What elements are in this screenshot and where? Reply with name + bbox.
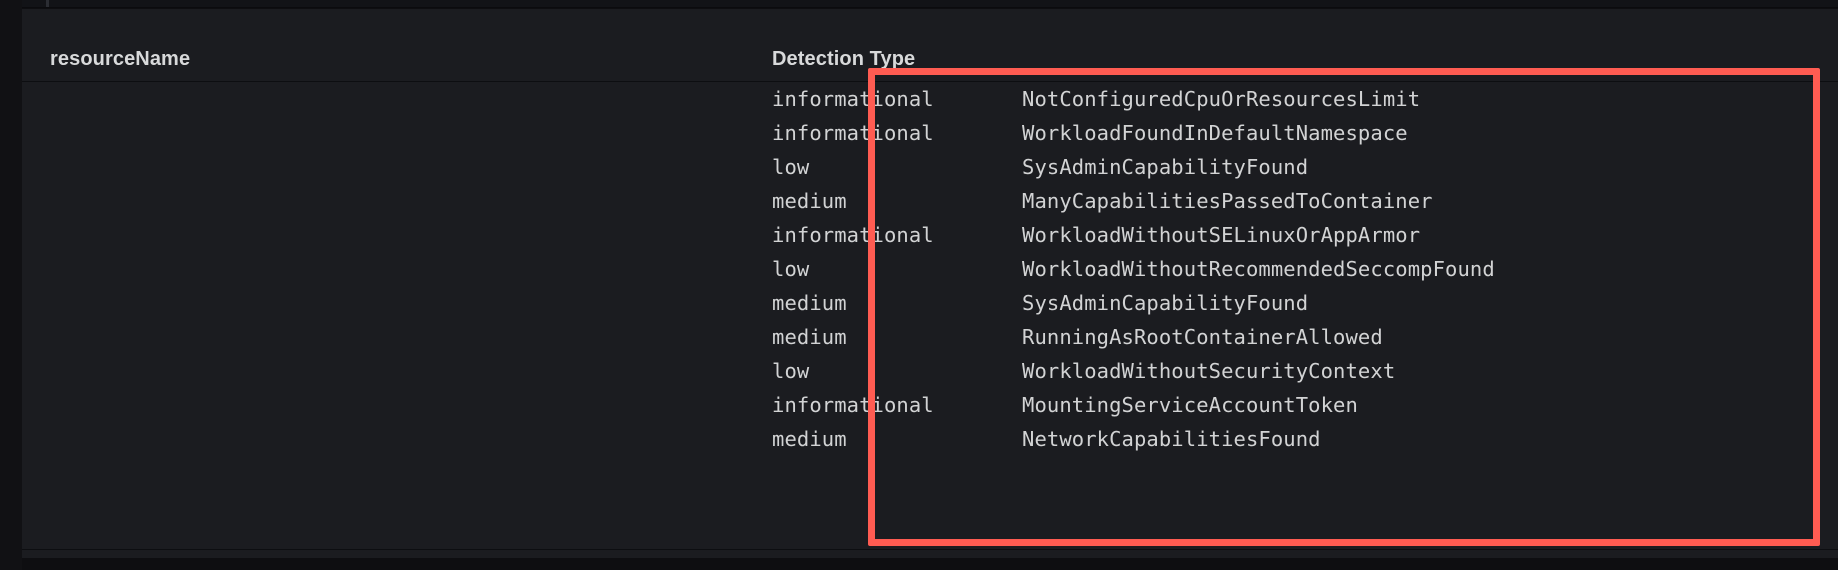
- table-row[interactable]: low WorkloadWithoutSecurityContext: [22, 354, 1838, 388]
- cell-severity: low: [772, 257, 809, 281]
- cell-severity: medium: [772, 325, 847, 349]
- table-row[interactable]: informational WorkloadFoundInDefaultName…: [22, 116, 1838, 150]
- table-row[interactable]: medium NetworkCapabilitiesFound: [22, 422, 1838, 456]
- cell-severity: low: [772, 359, 809, 383]
- cell-detection-type: MountingServiceAccountToken: [1022, 393, 1358, 417]
- cell-detection-type: SysAdminCapabilityFound: [1022, 291, 1308, 315]
- detections-table-panel: resourceName Detection Type kube-system-…: [22, 9, 1838, 558]
- table-header-row: resourceName Detection Type: [22, 9, 1838, 82]
- table-body: kube-system-coredns-5d78c9869d-9xq2v inf…: [22, 82, 1838, 558]
- cell-detection-type: ManyCapabilitiesPassedToContainer: [1022, 189, 1433, 213]
- screenshot-root: resourceName Detection Type kube-system-…: [0, 0, 1838, 570]
- cell-detection-type: NotConfiguredCpuOrResourcesLimit: [1022, 87, 1420, 111]
- panel-top-sliver: [22, 0, 1838, 8]
- cell-detection-type: WorkloadWithoutSecurityContext: [1022, 359, 1395, 383]
- cell-severity: low: [772, 155, 809, 179]
- table-row[interactable]: low WorkloadWithoutRecommendedSeccompFou…: [22, 252, 1838, 286]
- table-row[interactable]: medium ManyCapabilitiesPassedToContainer: [22, 184, 1838, 218]
- left-gutter: [0, 0, 22, 570]
- column-header-resource-name[interactable]: resourceName: [50, 48, 190, 71]
- table-row[interactable]: medium RunningAsRootContainerAllowed: [22, 320, 1838, 354]
- cell-severity: informational: [772, 223, 934, 247]
- table-row-next-partial[interactable]: dashboard-metrics-scraper-6f669b9c9b-5zt…: [22, 549, 1838, 558]
- cell-detection-type: WorkloadWithoutRecommendedSeccompFound: [1022, 257, 1495, 281]
- cell-severity: medium: [772, 291, 847, 315]
- cell-severity: informational: [772, 393, 934, 417]
- cell-severity: medium: [772, 427, 847, 451]
- cell-severity: informational: [772, 121, 934, 145]
- cell-severity: medium: [772, 189, 847, 213]
- cell-severity: informational: [772, 87, 934, 111]
- table-row[interactable]: low SysAdminCapabilityFound: [22, 150, 1838, 184]
- table-row[interactable]: medium SysAdminCapabilityFound: [22, 286, 1838, 320]
- cell-detection-type: RunningAsRootContainerAllowed: [1022, 325, 1383, 349]
- cell-detection-type: NetworkCapabilitiesFound: [1022, 427, 1321, 451]
- table-row[interactable]: informational WorkloadWithoutSELinuxOrAp…: [22, 218, 1838, 252]
- table-row[interactable]: informational MountingServiceAccountToke…: [22, 388, 1838, 422]
- panel-top-tick: [46, 0, 49, 7]
- table-row[interactable]: informational NotConfiguredCpuOrResource…: [22, 82, 1838, 116]
- cell-detection-type: WorkloadFoundInDefaultNamespace: [1022, 121, 1408, 145]
- cell-detection-type: WorkloadWithoutSELinuxOrAppArmor: [1022, 223, 1420, 247]
- column-header-detection-type[interactable]: Detection Type: [772, 48, 915, 71]
- cell-detection-type: SysAdminCapabilityFound: [1022, 155, 1308, 179]
